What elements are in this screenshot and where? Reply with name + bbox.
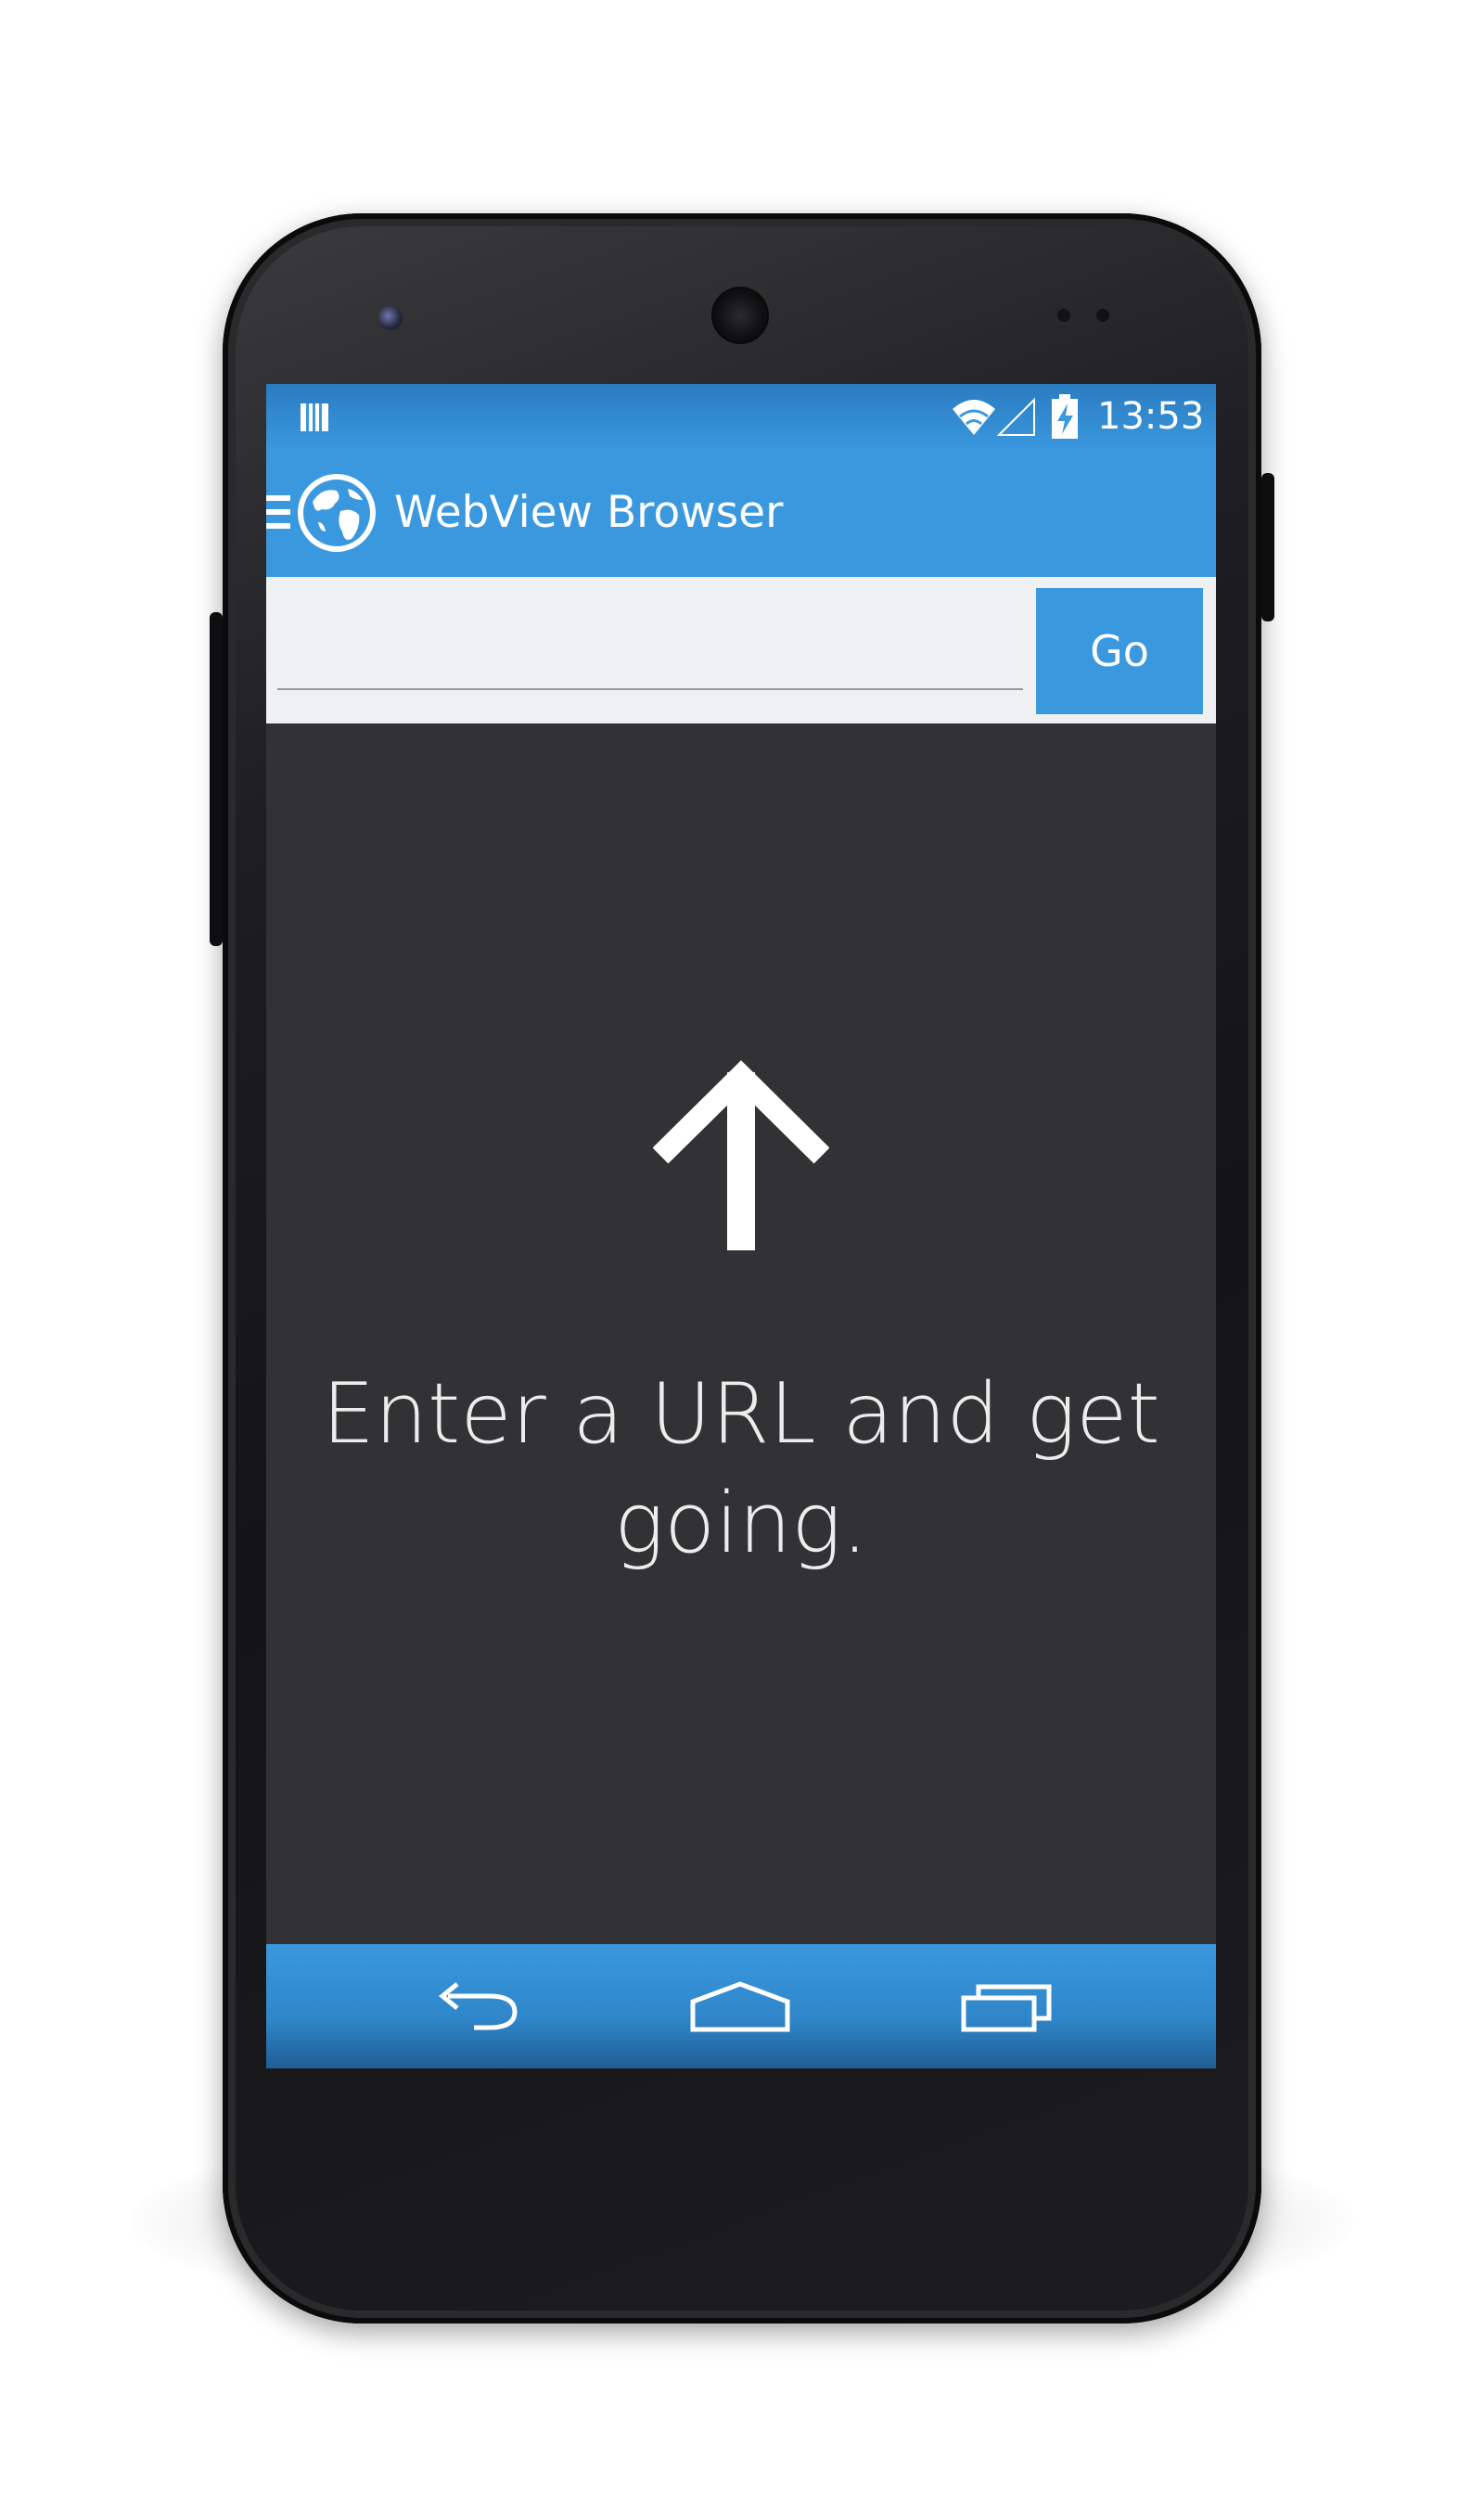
action-bar: WebView Browser xyxy=(266,449,1216,577)
status-time: 13:53 xyxy=(1097,395,1205,438)
go-button[interactable]: Go xyxy=(1036,588,1203,714)
battery-charging-icon xyxy=(1052,394,1078,439)
proximity-sensor xyxy=(1057,309,1070,322)
status-bar: 13:53 xyxy=(266,384,1216,449)
menu-icon[interactable] xyxy=(266,492,292,532)
volume-button xyxy=(210,612,223,946)
back-icon[interactable] xyxy=(431,1981,524,2033)
power-button xyxy=(1261,473,1274,621)
navigation-bar xyxy=(266,1944,1216,2068)
device-screen: 13:53 WebView Browser Go Enter a URL and… xyxy=(266,384,1216,2068)
earpiece-speaker xyxy=(714,289,766,341)
empty-state-message: Enter a URL and get going. xyxy=(322,1365,1160,1572)
url-bar: Go xyxy=(266,577,1216,723)
wifi-icon xyxy=(953,400,995,435)
app-title: WebView Browser xyxy=(394,487,784,538)
notification-icon xyxy=(301,403,328,431)
recent-apps-icon[interactable] xyxy=(960,1981,1053,2033)
globe-icon[interactable] xyxy=(294,470,379,556)
front-camera xyxy=(378,306,403,330)
home-icon[interactable] xyxy=(689,1981,791,2033)
light-sensor xyxy=(1096,309,1109,322)
arrow-up-icon xyxy=(653,1060,829,1250)
signal-icon xyxy=(997,397,1035,436)
url-input[interactable] xyxy=(277,594,1023,690)
